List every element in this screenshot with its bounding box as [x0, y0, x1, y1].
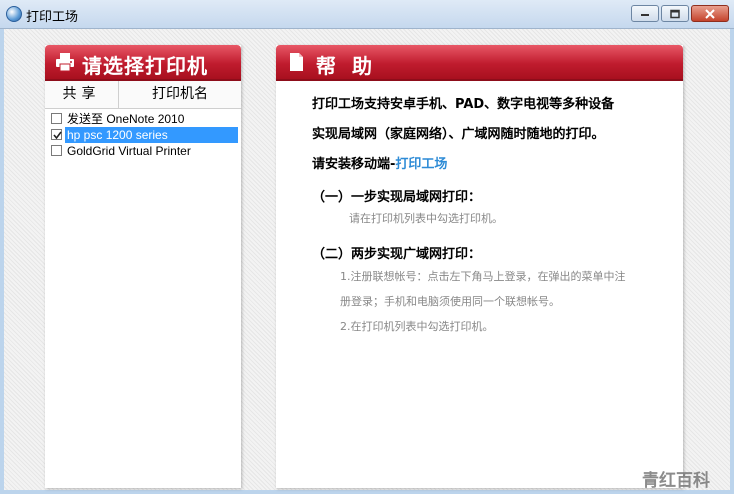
help-line-3: 请安装移动端-打印工场: [312, 153, 447, 172]
printer-item[interactable]: GoldGrid Virtual Printer: [48, 143, 238, 159]
step2-title: （二）两步实现广域网打印：: [312, 247, 482, 262]
document-icon: [290, 53, 303, 71]
printer-icon: [56, 53, 74, 72]
printer-name: GoldGrid Virtual Printer: [67, 144, 191, 158]
printer-checkbox[interactable]: [51, 113, 62, 124]
close-button[interactable]: [691, 5, 729, 22]
minimize-icon: [641, 13, 649, 16]
printer-list: 发送至 OneNote 2010 hp psc 1200 series Gold…: [45, 111, 241, 159]
step2-desc-1: 1.注册联想帐号：点击左下角马上登录，在弹出的菜单中注: [340, 270, 626, 283]
help-line-1: 打印工场支持安卓手机、PAD、数字电视等多种设备: [312, 97, 615, 112]
printer-panel-header: 请选择打印机: [45, 45, 241, 81]
title-bar: 打印工场: [0, 0, 734, 29]
step1-desc: 请在打印机列表中勾选打印机。: [349, 212, 503, 225]
printer-item[interactable]: 发送至 OneNote 2010: [48, 111, 238, 127]
help-panel-header: 帮助: [276, 45, 683, 81]
window-title: 打印工场: [26, 9, 79, 24]
close-icon: [705, 8, 715, 19]
printer-item[interactable]: hp psc 1200 series: [48, 127, 238, 143]
step2-desc-2: 册登录；手机和电脑须使用同一个联想帐号。: [340, 295, 560, 308]
printer-panel-title: 请选择打印机: [82, 54, 208, 78]
watermark-text: 青红百科: [642, 471, 710, 491]
column-printer-name[interactable]: 打印机名: [119, 81, 241, 108]
maximize-icon: [670, 9, 680, 18]
maximize-button[interactable]: [661, 5, 689, 22]
printer-checkbox[interactable]: [51, 145, 62, 156]
main-area: 请选择打印机 共享 打印机名 发送至 OneNote 2010 hp psc 1…: [4, 29, 730, 490]
step1-title: （一）一步实现局域网打印：: [312, 190, 482, 205]
checkmark-icon: [53, 131, 62, 140]
printer-name: hp psc 1200 series: [65, 127, 238, 143]
mobile-app-link[interactable]: 打印工场: [395, 157, 447, 172]
printer-list-header: 共享 打印机名: [45, 81, 241, 109]
help-panel: 帮助 打印工场支持安卓手机、PAD、数字电视等多种设备 实现局域网（家庭网络）、…: [276, 45, 683, 488]
printer-name: 发送至 OneNote 2010: [67, 112, 185, 126]
help-panel-title: 帮助: [316, 54, 388, 78]
step2-desc-3: 2.在打印机列表中勾选打印机。: [340, 320, 494, 333]
help-line-2: 实现局域网（家庭网络）、广域网随时随地的打印。: [312, 127, 605, 142]
help-line-3-text: 请安装移动端-: [312, 157, 396, 172]
minimize-button[interactable]: [631, 5, 659, 22]
app-logo-icon: [6, 6, 22, 22]
printer-select-panel: 请选择打印机 共享 打印机名 发送至 OneNote 2010 hp psc 1…: [45, 45, 241, 488]
column-share[interactable]: 共享: [45, 81, 119, 108]
printer-checkbox[interactable]: [51, 129, 62, 140]
